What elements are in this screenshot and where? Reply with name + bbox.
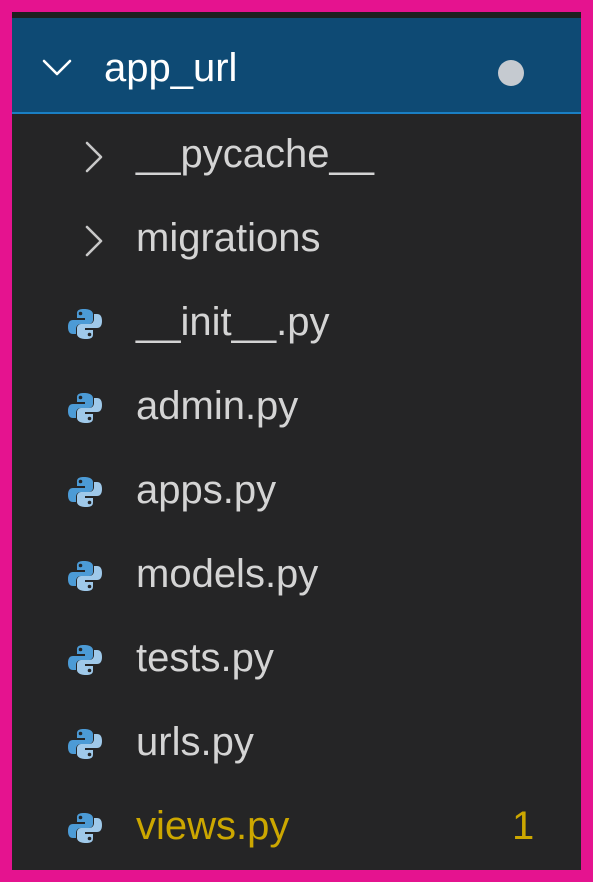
tree-item-label: tests.py	[136, 636, 274, 680]
tree-item-urls-py[interactable]: urls.py	[12, 702, 581, 786]
tree-item-views-py[interactable]: views.py 1	[12, 786, 581, 870]
chevron-right-icon[interactable]	[84, 140, 104, 174]
tree-item-label: admin.py	[136, 384, 299, 428]
python-icon	[68, 813, 102, 843]
python-icon	[68, 393, 102, 423]
problems-count-badge: 1	[512, 804, 535, 848]
modified-dot-icon	[498, 60, 524, 86]
tree-item-label: models.py	[136, 552, 319, 596]
tree-item-init-py[interactable]: __init__.py	[12, 282, 581, 366]
python-icon	[68, 477, 102, 507]
tree-item-migrations[interactable]: migrations	[12, 198, 581, 282]
tree-item-label: views.py	[136, 804, 290, 848]
tree-item-label: migrations	[136, 216, 321, 260]
python-icon	[68, 309, 102, 339]
chevron-right-icon[interactable]	[84, 224, 104, 258]
tree-item-apps-py[interactable]: apps.py	[12, 450, 581, 534]
tree-item-label: urls.py	[136, 720, 254, 764]
tree-item-admin-py[interactable]: admin.py	[12, 366, 581, 450]
explorer-panel: app_url __pycache__ migrations __init__.…	[12, 12, 581, 870]
python-icon	[68, 645, 102, 675]
python-icon	[68, 729, 102, 759]
tree-item-label: __init__.py	[136, 300, 330, 344]
folder-app-url[interactable]: app_url	[12, 18, 581, 114]
tree-item-label: apps.py	[136, 468, 277, 512]
tree-item-pycache[interactable]: __pycache__	[12, 114, 581, 198]
tree-item-models-py[interactable]: models.py	[12, 534, 581, 618]
python-icon	[68, 561, 102, 591]
tree-item-label: __pycache__	[136, 132, 374, 176]
folder-name: app_url	[104, 46, 238, 90]
tree-item-tests-py[interactable]: tests.py	[12, 618, 581, 702]
chevron-down-icon[interactable]	[42, 58, 72, 78]
